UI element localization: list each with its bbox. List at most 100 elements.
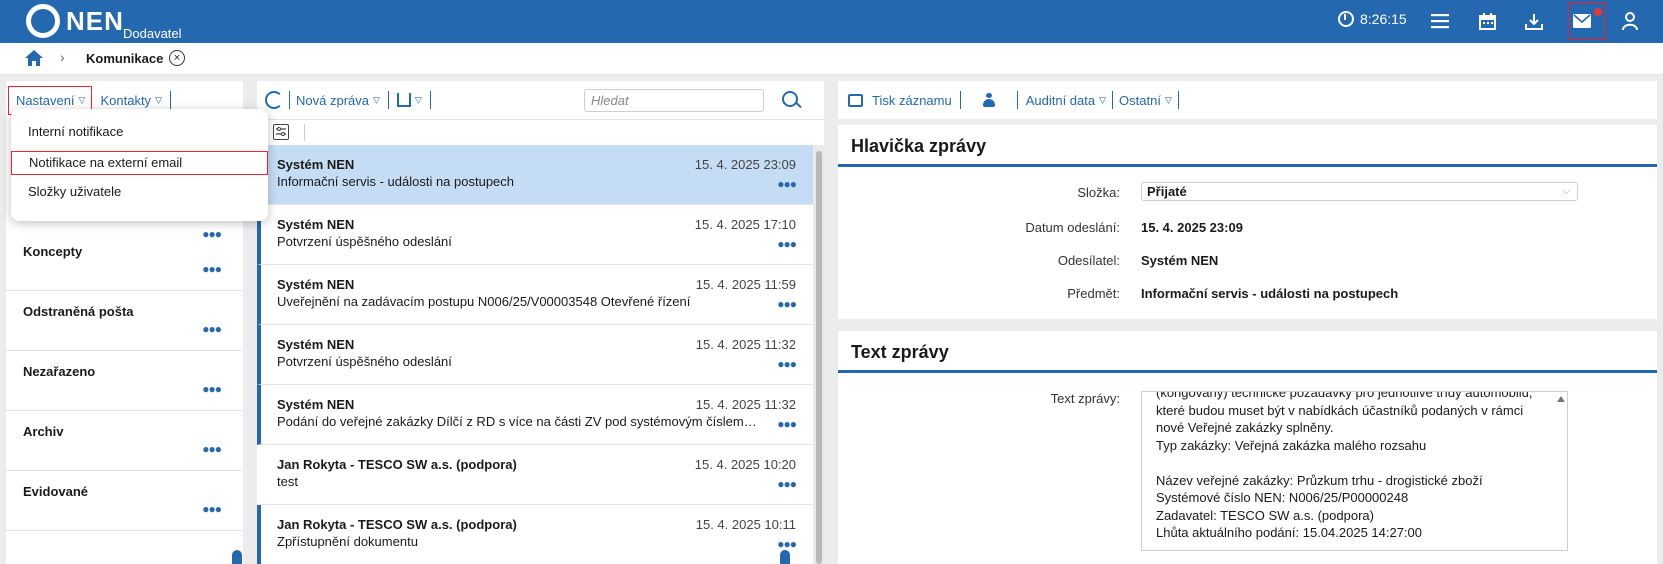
detail-toolbar: Tisk záznamu Auditní data ▽ Ostatní ▽: [838, 81, 1657, 119]
select-value: Přijaté: [1147, 184, 1187, 199]
contacts-menu-button[interactable]: Kontakty ▽: [100, 93, 162, 108]
message-sender: Jan Rokyta - TESCO SW a.s. (podpora): [277, 517, 517, 532]
user-icon[interactable]: [1617, 8, 1643, 34]
menu-item-internal-notifications[interactable]: Interní notifikace: [11, 121, 268, 145]
refresh-icon[interactable]: [265, 91, 283, 109]
panel-collapse-handle[interactable]: [780, 550, 790, 564]
message-sender: Systém NEN: [277, 217, 355, 232]
caret-down-icon: ▽: [155, 94, 162, 105]
more-icon[interactable]: ●●●: [202, 322, 222, 336]
folder-item[interactable]: Odstraněná pošta ●●●: [6, 291, 243, 351]
message-list-scrollbar[interactable]: [814, 145, 824, 564]
folder-item[interactable]: Nezařazeno ●●●: [6, 351, 243, 411]
sent-date-field: Datum odeslání: 15. 4. 2025 23:09: [838, 220, 1657, 240]
message-row[interactable]: Systém NEN 15. 4. 2025 11:32 Podání do v…: [257, 385, 813, 445]
menu-icon[interactable]: [1427, 8, 1453, 34]
folder-item[interactable]: Evidované ●●●: [6, 471, 243, 531]
print-record-button[interactable]: Tisk záznamu: [848, 93, 952, 108]
section-title: Text zprávy: [838, 331, 1657, 373]
more-icon[interactable]: ●●●: [777, 237, 797, 251]
message-sender: Systém NEN: [277, 397, 355, 412]
audit-data-menu-button[interactable]: Auditní data ▽: [1026, 93, 1106, 108]
caret-down-icon: ▽: [372, 94, 380, 105]
session-clock: 8:26:15: [1338, 11, 1407, 27]
toolbar-divider: [169, 91, 171, 109]
folder-name: Nezařazeno: [23, 364, 96, 379]
more-icon[interactable]: ●●●: [202, 442, 222, 456]
message-subject: Informační servis - události na postupec…: [277, 174, 515, 189]
scroll-up-icon[interactable]: [1555, 392, 1567, 550]
field-label: Složka:: [1077, 185, 1120, 200]
more-icon[interactable]: ●●●: [202, 262, 222, 276]
message-row[interactable]: Systém NEN 15. 4. 2025 23:09 Informační …: [257, 145, 813, 205]
message-subject: Potvrzení úspěšného odeslání: [277, 354, 452, 369]
chevron-down-icon: ⌵: [1562, 186, 1570, 197]
folder-name: Evidované: [23, 484, 89, 499]
message-text-area[interactable]: (kongovany) technické požadavky pro jedn…: [1141, 391, 1568, 551]
folder-item[interactable]: Archiv ●●●: [6, 411, 243, 471]
sender-field: Odesílatel: Systém NEN: [838, 253, 1657, 273]
filter-settings-icon[interactable]: [273, 124, 289, 140]
field-value: Systém NEN: [1141, 253, 1219, 268]
message-row[interactable]: Systém NEN 15. 4. 2025 11:59 Uveřejnění …: [257, 265, 813, 325]
download-icon[interactable]: [1521, 8, 1547, 34]
message-sender: Systém NEN: [277, 157, 355, 172]
more-icon[interactable]: ●●●: [777, 357, 797, 371]
menu-item-external-email-notifications[interactable]: Notifikace na externí email: [11, 151, 268, 175]
message-subject: Zpřístupnění dokumentu: [277, 534, 418, 549]
more-icon[interactable]: ●●●: [777, 477, 797, 491]
subject-field: Předmět: Informační servis - události na…: [838, 286, 1657, 306]
message-date: 15. 4. 2025 11:32: [695, 397, 796, 412]
more-icon[interactable]: ●●●: [202, 382, 222, 396]
new-message-button[interactable]: Nová zpráva ▽: [296, 93, 380, 108]
search-input[interactable]: Hledat: [584, 89, 764, 112]
calendar-icon[interactable]: [1474, 8, 1500, 34]
message-row[interactable]: Systém NEN 15. 4. 2025 11:32 Potvrzení ú…: [257, 325, 813, 385]
message-sender: Jan Rokyta - TESCO SW a.s. (podpora): [277, 457, 517, 472]
message-sender: Systém NEN: [277, 277, 355, 292]
scrollbar-thumb[interactable]: [816, 151, 822, 564]
message-date: 15. 4. 2025 23:09: [694, 157, 796, 172]
more-icon[interactable]: ●●●: [777, 177, 797, 191]
message-text-line: které budou muset být v nabídkách účastn…: [1156, 402, 1524, 418]
new-message-label: Nová zpráva: [296, 92, 369, 108]
field-label: Předmět:: [1067, 286, 1120, 301]
other-label: Ostatní: [1119, 92, 1161, 108]
folder-item[interactable]: Koncepty ●●●: [6, 231, 243, 291]
print-label: Tisk záznamu: [872, 92, 952, 108]
export-menu-button[interactable]: ▽: [396, 93, 422, 107]
breadcrumb-current[interactable]: Komunikace: [86, 51, 163, 66]
more-icon[interactable]: ●●●: [777, 537, 797, 551]
menu-item-user-folders[interactable]: Složky uživatele: [11, 181, 268, 205]
field-label: Text zprávy:: [1050, 391, 1120, 406]
contacts-label: Kontakty: [100, 92, 152, 108]
message-row[interactable]: Jan Rokyta - TESCO SW a.s. (podpora) 15.…: [257, 445, 813, 505]
toolbar-divider: [1112, 91, 1114, 109]
home-icon[interactable]: [24, 49, 44, 67]
message-subject: Uveřejnění na zadávacím postupu N006/25/…: [277, 294, 691, 309]
workspace: Nastavení ▽ Kontakty ▽ ●●● Koncepty ●●● …: [0, 75, 1663, 564]
folder-name: Archiv: [23, 424, 64, 439]
search-icon[interactable]: [782, 91, 798, 107]
more-icon[interactable]: ●●●: [777, 297, 797, 311]
field-value: Informační servis - události na postupec…: [1141, 286, 1399, 301]
person-icon[interactable]: [982, 93, 995, 107]
folder-name: Koncepty: [23, 244, 83, 259]
message-date: 15. 4. 2025 11:59: [695, 277, 796, 292]
more-icon[interactable]: ●●●: [202, 502, 222, 516]
divider: [304, 124, 305, 141]
panel-collapse-handle[interactable]: [232, 550, 242, 564]
message-text-section: Text zprávy Text zprávy: (kongovany) tec…: [838, 331, 1657, 564]
nen-logo-icon[interactable]: [26, 4, 60, 38]
other-menu-button[interactable]: Ostatní ▽: [1119, 93, 1172, 108]
field-label: Datum odeslání:: [1025, 220, 1120, 235]
message-text-line: [1156, 454, 1543, 472]
brand-subtitle: Dodavatel: [123, 26, 182, 41]
message-row[interactable]: Systém NEN 15. 4. 2025 17:10 Potvrzení ú…: [257, 205, 813, 265]
close-tab-icon[interactable]: ×: [169, 50, 185, 66]
audit-label: Auditní data: [1025, 92, 1096, 108]
more-icon[interactable]: ●●●: [777, 417, 797, 431]
message-text-line: Systémové číslo NEN: N006/25/P00000248: [1156, 490, 1409, 505]
folder-select[interactable]: Přijaté ⌵: [1141, 182, 1578, 201]
message-row[interactable]: Jan Rokyta - TESCO SW a.s. (podpora) 15.…: [257, 505, 813, 564]
